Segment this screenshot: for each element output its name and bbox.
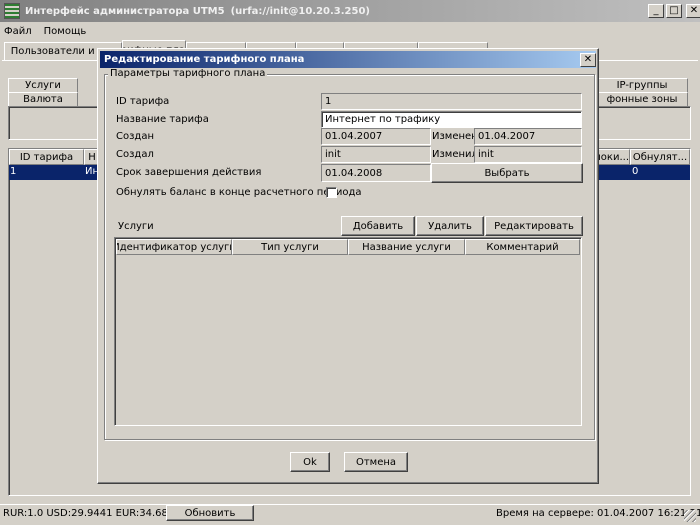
tariff-name-value: Интернет по трафику [325,114,441,125]
cancel-button-label: Отмена [355,456,397,468]
params-group-title: Параметры тарифного плана [108,68,268,79]
edit-service-button[interactable]: Редактировать [485,216,583,236]
tariff-id-field: 1 [321,93,582,110]
created-value: 01.04.2007 [325,131,383,142]
edit-service-button-label: Редактировать [494,220,574,232]
add-service-button-label: Добавить [352,220,404,232]
label-changer: Изменил [432,149,478,160]
ok-button-label: Ok [303,456,317,468]
menu-file[interactable]: Файл [4,26,32,37]
app-icon [4,3,20,19]
changed-field: 01.04.2007 [474,128,582,145]
row-reset: 0 [632,166,639,177]
col-reset[interactable]: Обнулят... [630,149,690,165]
changed-value: 01.04.2007 [478,131,536,142]
menu-help[interactable]: Помощь [44,26,87,37]
services-label: Услуги [118,221,154,232]
label-creator: Создал [116,149,154,160]
col-name-label: Н [88,151,96,163]
col-tariff-id[interactable]: ID тарифа [9,149,84,165]
expire-value: 01.04.2008 [325,167,383,179]
refresh-button-label: Обновить [184,507,236,519]
window-controls: _ □ ✕ [648,4,700,18]
subtab-services-label: Услуги [25,80,61,91]
close-icon[interactable]: ✕ [686,4,700,18]
services-col-type[interactable]: Тип услуги [232,239,348,255]
choose-date-button[interactable]: Выбрать [431,163,583,183]
dialog-title-bar: Редактирование тарифного плана [100,51,596,68]
changer-field: init [474,146,582,163]
expire-field: 01.04.2008 [321,164,431,182]
tariff-id-value: 1 [325,96,332,107]
changer-value: init [478,149,494,160]
subtab-currency-label: Валюта [23,94,63,105]
maximize-icon[interactable]: □ [666,4,682,18]
subtab-currency[interactable]: Валюта [8,92,78,106]
server-time: Время на сервере: 01.04.2007 16:21:21 EE… [496,508,700,519]
subtab-services[interactable]: Услуги [8,78,78,92]
minimize-icon[interactable]: _ [648,4,664,18]
services-col-id-label: Идентификатор услуги [116,241,232,253]
services-table [114,237,582,426]
delete-service-button-label: Удалить [428,220,472,232]
services-col-name-label: Название услуги [362,241,451,253]
created-field: 01.04.2007 [321,128,431,145]
col-tariff-id-label: ID тарифа [19,151,74,163]
cancel-button[interactable]: Отмена [344,452,408,472]
col-blocks[interactable]: Блоки... [596,149,630,165]
subtab-ip-groups-label: IP-группы [616,80,668,91]
label-tariff-name: Название тарифа [116,114,209,125]
col-reset-label: Обнулят... [632,151,688,163]
refresh-button[interactable]: Обновить [166,505,254,521]
subtab-phone-zones[interactable]: фонные зоны [596,92,688,106]
resize-grip-icon[interactable] [684,510,696,522]
row-id: 1 [10,166,17,177]
choose-date-button-label: Выбрать [484,167,530,179]
label-expire: Срок завершения действия [116,167,262,178]
subtab-phone-zones-label: фонные зоны [606,94,678,105]
currency-rates: RUR:1.0 USD:29.9441 EUR:34.6813 [3,508,181,519]
label-created: Создан [116,131,154,142]
services-col-comment-label: Комментарий [486,241,559,253]
label-reset-balance: Обнулять баланс в конце расчетного перио… [116,187,362,198]
window-title: Интерфейс администратора UTM5 [25,5,225,17]
reset-balance-checkbox[interactable] [326,187,337,198]
delete-service-button[interactable]: Удалить [416,216,484,236]
services-col-id[interactable]: Идентификатор услуги [116,239,232,255]
tariff-name-field[interactable]: Интернет по трафику [321,111,582,128]
main-title-bar: Интерфейс администратора UTM5 (urfa://in… [0,0,700,22]
ok-button[interactable]: Ok [290,452,330,472]
creator-value: init [325,149,341,160]
col-blocks-label: Блоки... [597,151,629,163]
subtab-ip-groups[interactable]: IP-группы [596,78,688,92]
connection-info: (urfa://init@10.20.3.250) [230,5,371,17]
label-tariff-id: ID тарифа [116,96,170,107]
services-col-name[interactable]: Название услуги [348,239,465,255]
services-col-type-label: Тип услуги [261,241,319,253]
creator-field: init [321,146,431,163]
add-service-button[interactable]: Добавить [341,216,415,236]
dialog-title: Редактирование тарифного плана [104,54,305,65]
menu-bar: Файл Помощь [0,22,700,40]
services-col-comment[interactable]: Комментарий [465,239,580,255]
dialog-close-icon[interactable]: ✕ [580,53,596,67]
